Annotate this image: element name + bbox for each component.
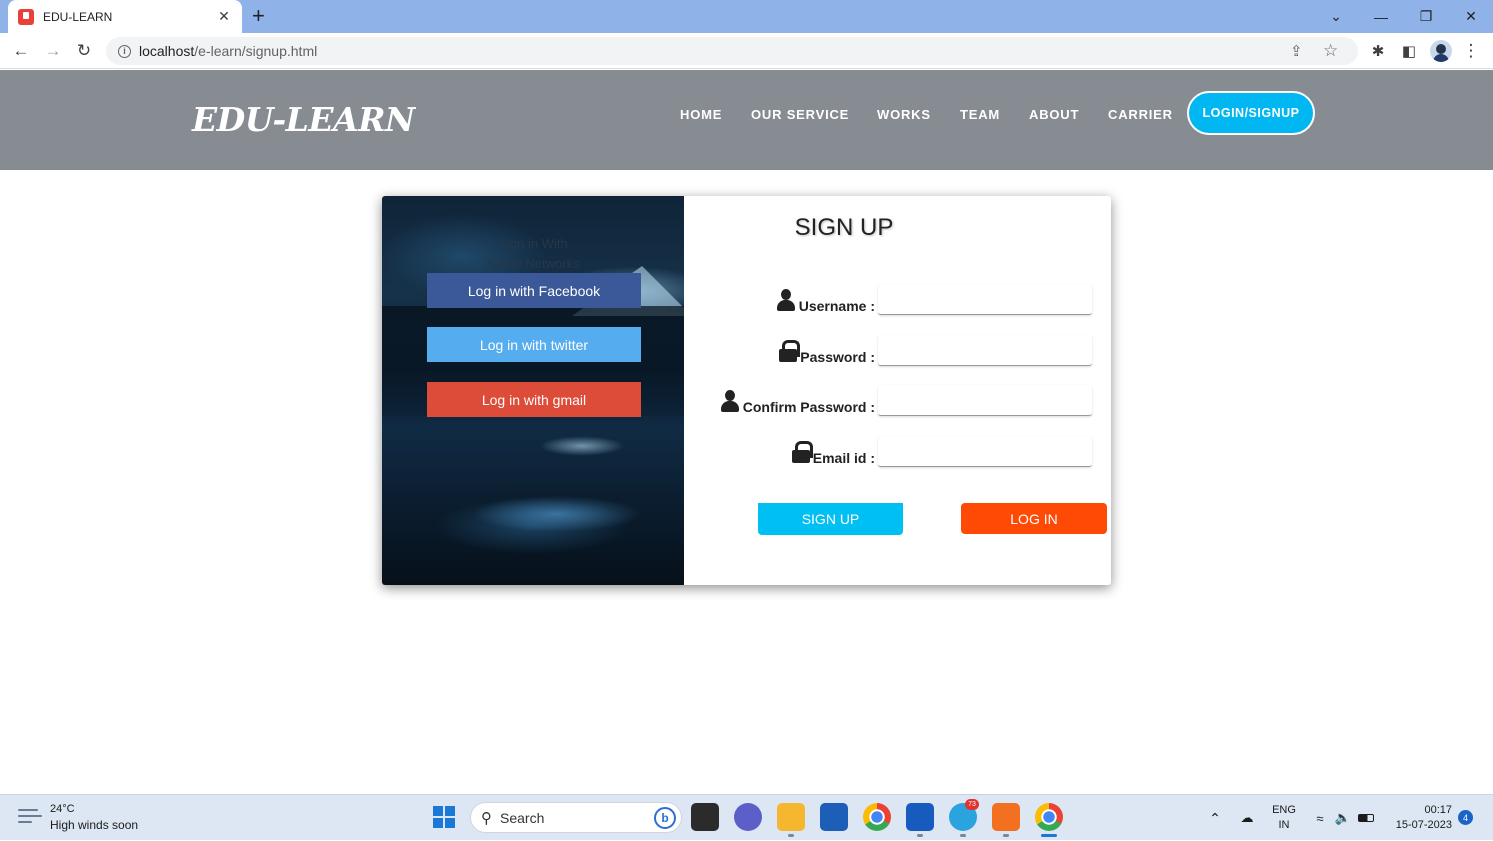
show-hidden-icons-chevron-icon[interactable]: ⌃	[1206, 795, 1224, 841]
word-icon[interactable]	[906, 803, 934, 831]
clock-time: 00:17	[1424, 804, 1452, 816]
close-window-button[interactable]: ✕	[1449, 0, 1493, 33]
chrome-menu-icon[interactable]: ⋮	[1460, 40, 1482, 62]
nav-our-service[interactable]: OUR SERVICE	[751, 107, 849, 122]
gmail-login-button[interactable]: Log in with gmail	[427, 382, 641, 417]
system-clock[interactable]: 00:17 15-07-2023	[1384, 803, 1452, 833]
bookmark-star-icon[interactable]: ☆	[1323, 37, 1338, 65]
email-input[interactable]	[878, 436, 1092, 467]
file-explorer-indicator	[788, 834, 794, 837]
password-input[interactable]	[878, 335, 1092, 366]
lock-icon	[779, 340, 801, 362]
address-bar[interactable]: i localhost/e-learn/signup.html ⇪ ☆	[106, 37, 1358, 65]
url-text[interactable]: localhost/e-learn/signup.html	[139, 43, 317, 59]
browser-toolbar: ← → ↻ i localhost/e-learn/signup.html ⇪ …	[0, 33, 1493, 69]
telegram-indicator	[960, 834, 966, 837]
xampp-indicator	[1003, 834, 1009, 837]
confirm-password-input[interactable]	[878, 385, 1092, 416]
site-logo[interactable]: EDU-LEARN	[192, 100, 415, 139]
confirm-password-row: Confirm Password :	[684, 385, 1111, 417]
language-code: ENG	[1272, 804, 1296, 816]
username-label: Username :	[798, 298, 875, 314]
form-title: SIGN UP	[794, 214, 894, 241]
social-login-panel: Sign in With Social Networks Log in with…	[382, 196, 684, 585]
lock-icon	[791, 441, 813, 463]
taskbar-search[interactable]: ⚲ Search b	[470, 802, 682, 833]
email-label: Email id :	[812, 450, 875, 466]
xampp-icon[interactable]	[992, 803, 1020, 831]
file-explorer-icon[interactable]	[777, 803, 805, 831]
wifi-icon[interactable]: ≈	[1310, 795, 1330, 841]
bing-icon[interactable]: b	[654, 806, 676, 829]
user-icon	[776, 288, 796, 312]
profile-avatar[interactable]	[1430, 40, 1452, 62]
battery-icon[interactable]	[1356, 795, 1376, 841]
language-region: IN	[1278, 819, 1290, 831]
onedrive-icon[interactable]: ☁	[1236, 795, 1258, 841]
email-row: Email id :	[684, 436, 1111, 468]
restore-button[interactable]: ❐	[1404, 0, 1448, 33]
notification-badge[interactable]: 4	[1458, 810, 1473, 825]
forward-button[interactable]: →	[41, 39, 65, 63]
language-indicator[interactable]: ENG IN	[1270, 803, 1298, 833]
volume-icon[interactable]: 🔈	[1333, 795, 1353, 841]
weather-temperature[interactable]: 24°C	[50, 803, 75, 815]
lake-reflection-image	[472, 496, 642, 532]
url-host: localhost	[139, 43, 195, 59]
site-favicon-icon	[18, 8, 34, 25]
password-label: Password :	[800, 349, 875, 365]
clock-date: 15-07-2023	[1395, 819, 1452, 831]
close-tab-icon[interactable]: ✕	[216, 8, 232, 25]
search-icon: ⚲	[481, 809, 492, 827]
back-button[interactable]: ←	[9, 39, 33, 63]
tab-title: EDU-LEARN	[43, 9, 113, 24]
social-heading-line1: Sign in With	[498, 236, 568, 251]
url-path: /e-learn/signup.html	[194, 43, 318, 59]
login-signup-button[interactable]: LOGIN/SIGNUP	[1187, 91, 1315, 135]
facebook-login-button[interactable]: Log in with Facebook	[427, 273, 641, 308]
taskbar-search-text: Search	[500, 809, 545, 826]
signup-button[interactable]: SIGN UP	[758, 503, 903, 535]
extensions-icon[interactable]: ✱	[1367, 40, 1389, 62]
word-indicator	[917, 834, 923, 837]
windows-start-icon[interactable]	[433, 806, 455, 828]
social-heading-line2: Social Networks	[486, 256, 580, 271]
password-row: Password :	[684, 335, 1111, 367]
nav-carrier[interactable]: CARRIER	[1108, 107, 1173, 122]
browser-tab[interactable]: EDU-LEARN ✕	[8, 0, 242, 33]
nav-home[interactable]: HOME	[680, 107, 722, 122]
telegram-badge: 73	[965, 799, 979, 810]
confirm-password-label: Confirm Password :	[742, 399, 875, 415]
nav-works[interactable]: WORKS	[877, 107, 931, 122]
signup-form: SIGN UP Username : Password : Confirm Pa…	[684, 196, 1111, 585]
new-tab-button[interactable]: +	[252, 5, 265, 27]
nav-about[interactable]: ABOUT	[1029, 107, 1079, 122]
windows-taskbar: 24°C High winds soon ⚲ Search b 73 ⌃ ☁ E…	[0, 794, 1493, 840]
signup-card: Sign in With Social Networks Log in with…	[382, 196, 1111, 585]
minimize-button[interactable]: —	[1359, 0, 1403, 33]
nav-team[interactable]: TEAM	[960, 107, 1000, 122]
social-heading: Sign in With Social Networks	[382, 234, 684, 274]
weather-description[interactable]: High winds soon	[50, 818, 138, 832]
teams-icon[interactable]	[734, 803, 762, 831]
site-header: EDU-LEARN HOME OUR SERVICE WORKS TEAM AB…	[0, 70, 1493, 170]
wind-icon[interactable]	[18, 809, 42, 825]
username-input[interactable]	[878, 284, 1092, 315]
store-icon[interactable]	[820, 803, 848, 831]
side-panel-icon[interactable]: ◧	[1398, 40, 1420, 62]
tab-strip: EDU-LEARN ✕ + ⌄ — ❐ ✕	[0, 0, 1493, 33]
share-icon[interactable]: ⇪	[1290, 37, 1303, 65]
chrome-icon[interactable]	[863, 803, 891, 831]
user-icon	[720, 389, 740, 413]
tab-search-chevron-icon[interactable]: ⌄	[1314, 0, 1358, 33]
reload-button[interactable]: ↻	[72, 39, 96, 63]
twitter-login-button[interactable]: Log in with twitter	[427, 327, 641, 362]
chrome-profile-icon[interactable]	[1035, 803, 1063, 831]
site-info-icon[interactable]: i	[118, 44, 131, 58]
username-row: Username :	[684, 284, 1111, 316]
file-manager-icon[interactable]	[691, 803, 719, 831]
login-button[interactable]: LOG IN	[961, 503, 1107, 534]
chrome-active-indicator	[1041, 834, 1057, 837]
